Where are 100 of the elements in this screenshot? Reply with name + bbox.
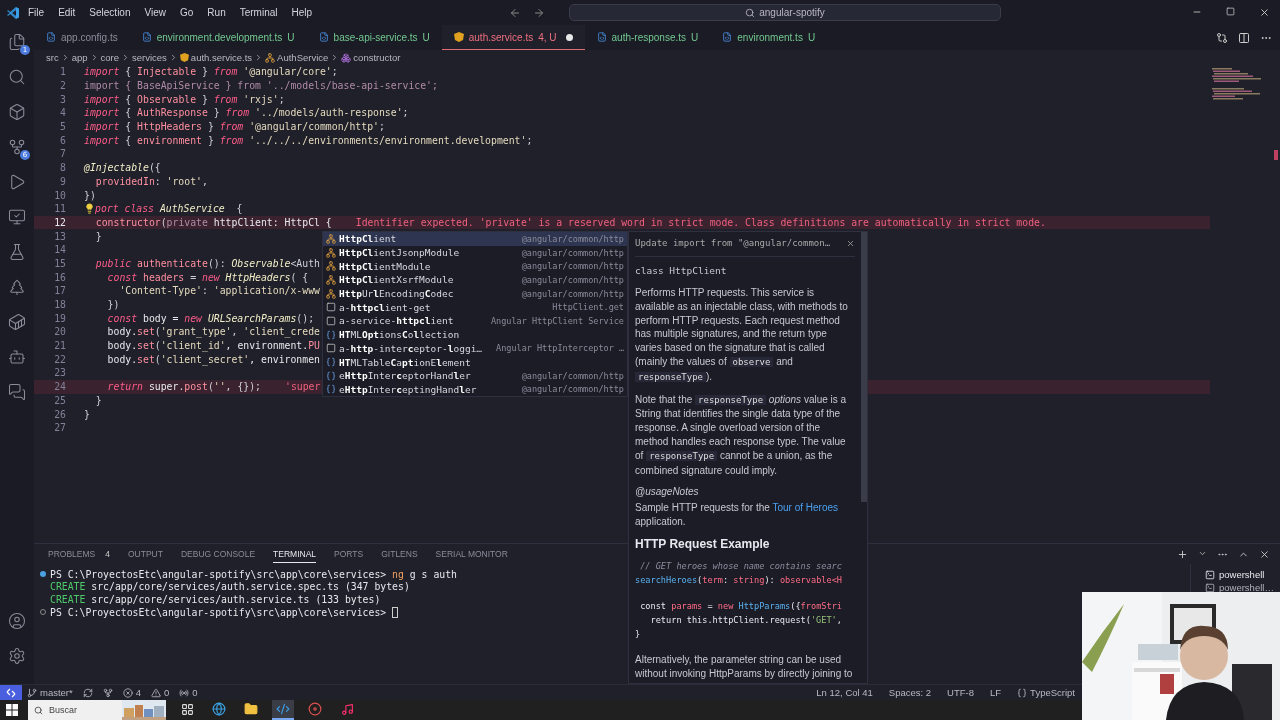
- editor-tab[interactable]: auth-response.ts U: [584, 25, 711, 50]
- editor-tab[interactable]: app.config.ts: [34, 25, 130, 50]
- status-item[interactable]: LF: [985, 687, 1007, 698]
- tour-of-heroes-link[interactable]: Tour of Heroes: [772, 502, 839, 514]
- suggestion-item[interactable]: eHttpInterceptorHandler @angular/common/http: [323, 368, 627, 383]
- remote-icon: [6, 687, 16, 698]
- scrollbar-thumb[interactable]: [861, 232, 867, 502]
- warnings-count[interactable]: 0: [146, 687, 175, 698]
- doc-header: Update import from "@angular/common…: [635, 238, 831, 248]
- suggestion-item[interactable]: HttpClient @angular/common/http: [323, 232, 627, 246]
- errors-count[interactable]: 4: [117, 687, 147, 698]
- error-marker: [1274, 150, 1278, 160]
- taskbar-search-field[interactable]: Buscar: [28, 700, 166, 720]
- flask-icon[interactable]: [7, 241, 27, 263]
- suggestion-item[interactable]: a-service-httpclient Angular HttpClient Service: [323, 314, 627, 328]
- class-icon: [326, 261, 336, 272]
- breadcrumb[interactable]: app: [71, 52, 88, 63]
- code-line: }): [106, 299, 120, 311]
- terminal-item[interactable]: powershell…: [1191, 581, 1280, 594]
- suggestion-item[interactable]: HttpClientXsrfModule @angular/common/http: [323, 273, 627, 287]
- add-icon[interactable]: [1177, 548, 1188, 560]
- menu-item[interactable]: Terminal: [233, 4, 284, 21]
- suggestion-item[interactable]: HTMLOptionsCollection: [323, 327, 627, 342]
- menu-item[interactable]: View: [138, 4, 172, 21]
- square-icon: [326, 302, 336, 313]
- editor-tab[interactable]: auth.service.ts 4, U: [441, 25, 585, 50]
- breadcrumb[interactable]: AuthService: [277, 52, 329, 63]
- file-icon: [141, 32, 152, 42]
- ports-count[interactable]: 0: [174, 687, 203, 698]
- code-line: }: [84, 408, 90, 420]
- menu-item[interactable]: File: [22, 4, 51, 21]
- search-field[interactable]: angular-spotify: [569, 4, 1002, 21]
- panel-tab[interactable]: OUTPUT: [128, 545, 163, 563]
- status-item[interactable]: Ln 12, Col 41: [811, 687, 878, 698]
- terminal-line: CREATE src/app/core/services/auth.service.spec.ts (347 bytes): [50, 581, 410, 593]
- suggestion-item[interactable]: a-http-interceptor-loggi… Angular HttpInterceptor …: [323, 341, 627, 356]
- menu-item[interactable]: Help: [285, 4, 319, 21]
- menu-item[interactable]: Go: [174, 4, 200, 21]
- branch-button[interactable]: master*: [22, 687, 78, 698]
- code-line: // GET heroes whose name contains searc: [639, 559, 842, 573]
- code-line: body.set('grant_type', 'client_crede: [106, 326, 320, 338]
- panel-tab[interactable]: PROBLEMS 4: [48, 545, 110, 563]
- editor-tab[interactable]: environment.development.ts U: [129, 25, 307, 50]
- editor-tab[interactable]: environment.ts U: [710, 25, 828, 50]
- line-number: 3: [59, 93, 67, 105]
- line-number: 17: [53, 285, 67, 297]
- panel-tab[interactable]: GITLENS: [381, 545, 418, 563]
- breadcrumb[interactable]: services: [132, 52, 167, 63]
- code-line: import { Observable } from 'rxjs';: [84, 93, 285, 105]
- sync-icon[interactable]: [82, 687, 93, 698]
- suggestion-item[interactable]: a-httpclient-get HttpClient.get: [323, 300, 627, 315]
- breadcrumb[interactable]: core: [100, 52, 119, 63]
- split-editor-icon[interactable]: [1238, 31, 1250, 44]
- status-item[interactable]: UTF-8: [942, 687, 979, 698]
- container-icon[interactable]: [7, 311, 27, 333]
- fork-icon[interactable]: [102, 687, 113, 698]
- code-line: public authenticate(): Observable<Auth: [94, 257, 320, 269]
- forward-icon[interactable]: [533, 6, 546, 19]
- class-icon: [326, 288, 336, 299]
- chat-icon[interactable]: [7, 381, 27, 403]
- panel-tab[interactable]: SERIAL MONITOR: [435, 545, 508, 563]
- language-mode[interactable]: TypeScript: [1012, 687, 1080, 698]
- breadcrumb[interactable]: constructor: [353, 52, 401, 63]
- code-line: }: [94, 394, 102, 406]
- panel-tab[interactable]: DEBUG CONSOLE: [180, 545, 256, 563]
- line-number: 24: [53, 381, 67, 393]
- cube-icon[interactable]: [7, 101, 27, 123]
- compare-icon[interactable]: [1216, 31, 1228, 44]
- remote-button[interactable]: [0, 684, 22, 701]
- account-icon[interactable]: [7, 610, 27, 632]
- line-number: 20: [53, 326, 67, 338]
- suggestion-item[interactable]: HttpClientModule @angular/common/http: [323, 259, 627, 274]
- breadcrumb[interactable]: src: [46, 52, 59, 63]
- line-number: 11: [53, 203, 67, 215]
- close-icon[interactable]: [1259, 548, 1270, 560]
- breadcrumb[interactable]: auth.service.ts: [190, 52, 253, 63]
- suggestion-item[interactable]: eHttpInterceptingHandler @angular/common/http: [323, 382, 627, 397]
- close-icon[interactable]: [846, 238, 855, 248]
- lightbulb-icon[interactable]: [84, 203, 95, 215]
- code-line: }: [94, 230, 102, 242]
- status-item[interactable]: Spaces: 2: [883, 687, 937, 698]
- close-icon[interactable]: [1259, 7, 1270, 18]
- code-line: return super.post('', {});: [106, 381, 261, 393]
- suggestion-item[interactable]: HttpClientJsonpModule @angular/common/http: [323, 245, 627, 260]
- back-icon[interactable]: [509, 6, 522, 19]
- code-line: @Injectable({: [84, 162, 161, 174]
- suggestion-item[interactable]: HTMLTableCaptionElement: [323, 355, 627, 369]
- windows-logo-icon[interactable]: [6, 704, 18, 716]
- maximize-icon[interactable]: [1226, 7, 1235, 16]
- menu-item[interactable]: Run: [201, 4, 232, 21]
- panel-tab[interactable]: PORTS: [334, 545, 364, 563]
- panel-tab[interactable]: TERMINAL: [273, 545, 317, 563]
- terminal-item[interactable]: powershell: [1191, 568, 1280, 581]
- doc-paragraph: Alternatively, the parameter string can be used without invoking HttpParams by directly joining to: [635, 652, 854, 681]
- suggestion-item[interactable]: HttpUrlEncodingCodec @angular/common/http: [323, 286, 627, 301]
- menu-item[interactable]: Edit: [52, 4, 82, 21]
- terminal-icon: [1205, 582, 1215, 593]
- menu-item[interactable]: Selection: [83, 4, 137, 21]
- settings-icon[interactable]: [7, 645, 27, 667]
- editor-tab[interactable]: base-api-service.ts U: [306, 25, 442, 50]
